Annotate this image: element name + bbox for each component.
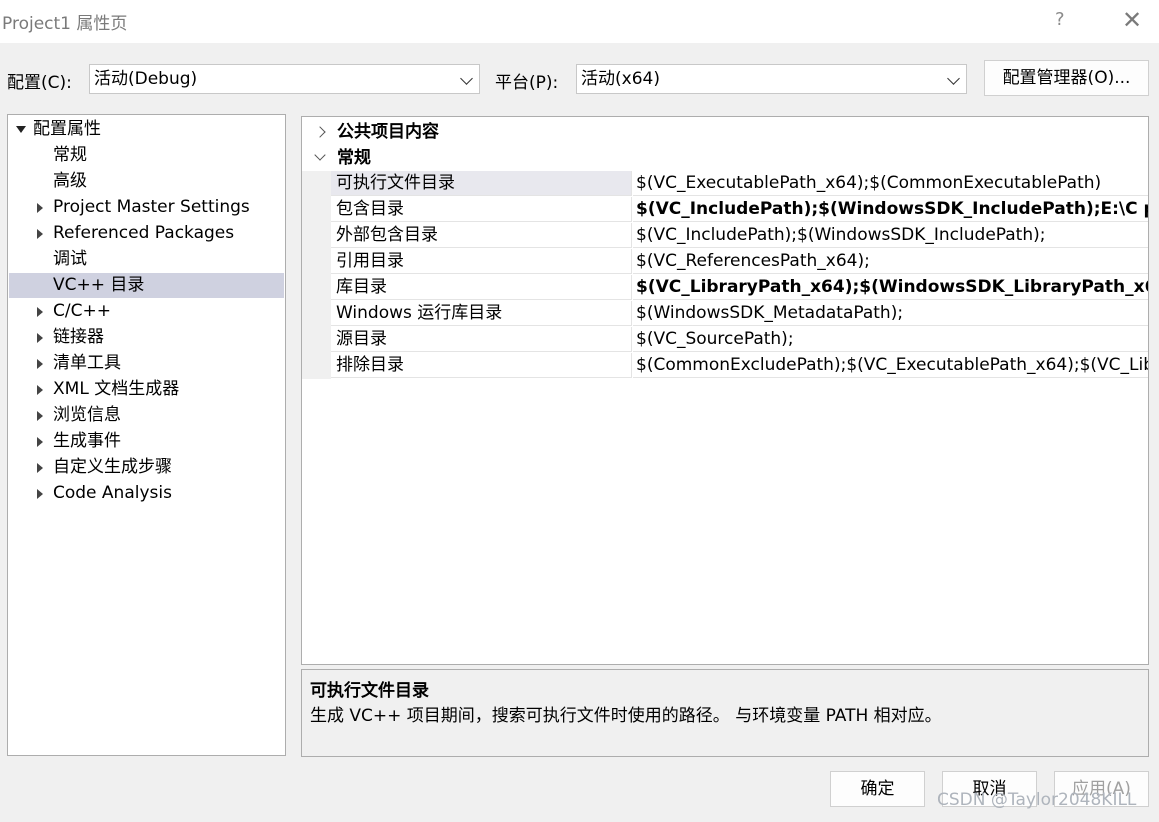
tree-item-debugging[interactable]: 调试 bbox=[9, 247, 284, 272]
tree-item-xml-doc-generator[interactable]: XML 文档生成器 bbox=[9, 377, 284, 402]
chevron-down-icon[interactable] bbox=[314, 149, 326, 161]
property-row[interactable]: Windows 运行库目录 $(WindowsSDK_MetadataPath)… bbox=[302, 301, 1148, 327]
property-value[interactable]: $(VC_LibraryPath_x64);$(WindowsSDK_Libra… bbox=[633, 275, 1148, 300]
tree-item-config-properties[interactable]: 配置属性 bbox=[9, 117, 284, 142]
property-name: 包含目录 bbox=[331, 197, 632, 222]
tree-item-referenced-packages[interactable]: Referenced Packages bbox=[9, 221, 284, 246]
tree-item-vc-directories[interactable]: VC++ 目录 bbox=[9, 273, 284, 298]
property-value[interactable]: $(CommonExcludePath);$(VC_ExecutablePath… bbox=[633, 353, 1148, 378]
title-bar: Project1 属性页 ? ✕ bbox=[0, 0, 1159, 43]
tree-item-general[interactable]: 常规 bbox=[9, 143, 284, 168]
description-panel: 可执行文件目录 生成 VC++ 项目期间，搜索可执行文件时使用的路径。 与环境变… bbox=[301, 669, 1149, 757]
tree-item-c-cpp[interactable]: C/C++ bbox=[9, 299, 284, 324]
collapsed-triangle-icon[interactable] bbox=[35, 377, 47, 402]
window-title: Project1 属性页 bbox=[2, 14, 128, 34]
category-common-project-content[interactable]: 公共项目内容 bbox=[302, 119, 1148, 145]
property-name: 源目录 bbox=[331, 327, 632, 352]
property-value[interactable]: $(WindowsSDK_MetadataPath); bbox=[633, 301, 1148, 326]
chevron-down-icon bbox=[460, 72, 473, 85]
property-row[interactable]: 可执行文件目录 $(VC_ExecutablePath_x64);$(Commo… bbox=[302, 171, 1148, 197]
config-value: 活动(Debug) bbox=[94, 69, 198, 89]
expanded-triangle-icon[interactable] bbox=[16, 117, 28, 142]
collapsed-triangle-icon[interactable] bbox=[35, 351, 47, 376]
tree-item-linker[interactable]: 链接器 bbox=[9, 325, 284, 350]
property-name: 外部包含目录 bbox=[331, 223, 632, 248]
property-value[interactable]: $(VC_ExecutablePath_x64);$(CommonExecuta… bbox=[633, 171, 1148, 196]
category-general[interactable]: 常规 bbox=[302, 145, 1148, 171]
tree-item-browse-information[interactable]: 浏览信息 bbox=[9, 403, 284, 428]
tree-item-custom-build-step[interactable]: 自定义生成步骤 bbox=[9, 455, 284, 480]
property-tree: 配置属性 常规 高级 Project Master Settings Refer… bbox=[7, 114, 286, 756]
platform-dropdown[interactable]: 活动(x64) bbox=[576, 64, 967, 94]
collapsed-triangle-icon[interactable] bbox=[35, 403, 47, 428]
description-text: 生成 VC++ 项目期间，搜索可执行文件时使用的路径。 与环境变量 PATH 相… bbox=[310, 706, 942, 726]
configuration-manager-button[interactable]: 配置管理器(O)... bbox=[984, 60, 1149, 96]
tree-item-project-master-settings[interactable]: Project Master Settings bbox=[9, 195, 284, 220]
property-name: 库目录 bbox=[331, 275, 632, 300]
property-row[interactable]: 排除目录 $(CommonExcludePath);$(VC_Executabl… bbox=[302, 353, 1148, 379]
collapsed-triangle-icon[interactable] bbox=[35, 195, 47, 220]
collapsed-triangle-icon[interactable] bbox=[35, 221, 47, 246]
property-row[interactable]: 外部包含目录 $(VC_IncludePath);$(WindowsSDK_In… bbox=[302, 223, 1148, 249]
collapsed-triangle-icon[interactable] bbox=[35, 325, 47, 350]
platform-value: 活动(x64) bbox=[581, 69, 660, 89]
property-value[interactable]: $(VC_ReferencesPath_x64); bbox=[633, 249, 1148, 274]
property-row[interactable]: 源目录 $(VC_SourcePath); bbox=[302, 327, 1148, 353]
tree-item-manifest-tool[interactable]: 清单工具 bbox=[9, 351, 284, 376]
property-grid: 公共项目内容 常规 可执行文件目录 $(VC_ExecutablePath_x6… bbox=[301, 116, 1149, 665]
property-row[interactable]: 库目录 $(VC_LibraryPath_x64);$(WindowsSDK_L… bbox=[302, 275, 1148, 301]
property-name: Windows 运行库目录 bbox=[331, 301, 632, 326]
property-name: 可执行文件目录 bbox=[331, 171, 632, 196]
config-label: 配置(C): bbox=[7, 73, 72, 93]
chevron-right-icon[interactable] bbox=[314, 126, 326, 138]
collapsed-triangle-icon[interactable] bbox=[35, 455, 47, 480]
property-row[interactable]: 引用目录 $(VC_ReferencesPath_x64); bbox=[302, 249, 1148, 275]
collapsed-triangle-icon[interactable] bbox=[35, 429, 47, 454]
description-title: 可执行文件目录 bbox=[310, 681, 429, 701]
tree-item-advanced[interactable]: 高级 bbox=[9, 169, 284, 194]
platform-label: 平台(P): bbox=[495, 73, 559, 93]
property-value[interactable]: $(VC_SourcePath); bbox=[633, 327, 1148, 352]
property-row[interactable]: 包含目录 $(VC_IncludePath);$(WindowsSDK_Incl… bbox=[302, 197, 1148, 223]
collapsed-triangle-icon[interactable] bbox=[35, 299, 47, 324]
property-value[interactable]: $(VC_IncludePath);$(WindowsSDK_IncludePa… bbox=[633, 223, 1148, 248]
close-button[interactable]: ✕ bbox=[1122, 6, 1142, 34]
collapsed-triangle-icon[interactable] bbox=[35, 481, 47, 506]
watermark-text: CSDN @Taylor2048KILL bbox=[937, 790, 1137, 810]
property-name: 引用目录 bbox=[331, 249, 632, 274]
chevron-down-icon bbox=[947, 72, 960, 85]
tree-item-code-analysis[interactable]: Code Analysis bbox=[9, 481, 284, 506]
help-button[interactable]: ? bbox=[1055, 9, 1065, 30]
tree-item-build-events[interactable]: 生成事件 bbox=[9, 429, 284, 454]
property-value[interactable]: $(VC_IncludePath);$(WindowsSDK_IncludePa… bbox=[633, 197, 1148, 222]
ok-button[interactable]: 确定 bbox=[830, 771, 925, 807]
config-dropdown[interactable]: 活动(Debug) bbox=[89, 64, 480, 94]
property-name: 排除目录 bbox=[331, 353, 632, 378]
